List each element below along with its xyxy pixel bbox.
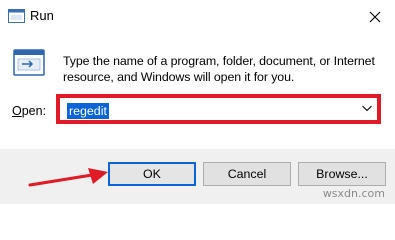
open-input-value: regedit	[67, 103, 109, 119]
title-bar: Run	[0, 0, 395, 33]
ok-button[interactable]: OK	[108, 162, 196, 186]
open-combobox-highlight[interactable]: regedit	[56, 94, 381, 124]
close-button[interactable]	[355, 0, 395, 33]
cancel-button[interactable]: Cancel	[203, 162, 291, 186]
chevron-down-icon[interactable]	[361, 103, 373, 113]
open-label-rest: pen:	[21, 104, 47, 118]
watermark-text: wsxdn.com	[322, 187, 385, 200]
ok-button-label: OK	[143, 167, 161, 181]
window-title: Run	[30, 8, 54, 23]
open-label-accesskey: O	[12, 104, 22, 118]
open-input[interactable]: regedit	[63, 101, 363, 119]
close-icon	[369, 11, 381, 22]
open-label: Open:	[12, 104, 46, 118]
dialog-description: Type the name of a program, folder, docu…	[63, 54, 375, 84]
browse-button[interactable]: Browse...	[298, 162, 386, 186]
run-icon	[13, 49, 45, 76]
red-arrow-annotation	[28, 168, 108, 187]
run-app-icon	[8, 9, 25, 23]
dialog-content: Type the name of a program, folder, docu…	[0, 33, 395, 133]
